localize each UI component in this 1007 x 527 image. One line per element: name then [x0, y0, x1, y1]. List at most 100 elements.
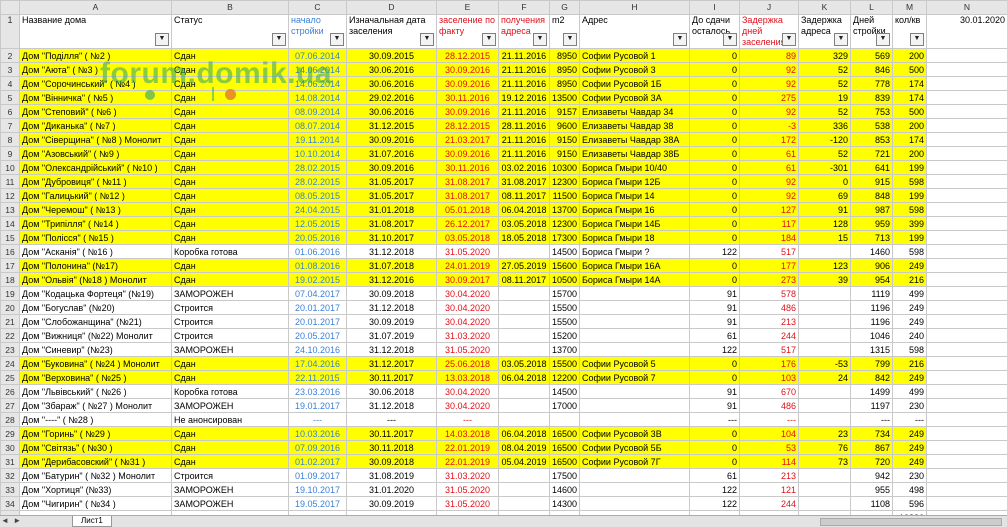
cell-n[interactable]	[927, 105, 1007, 119]
cell-f[interactable]	[499, 483, 550, 497]
cell-h[interactable]: Софии Русовой 1Б	[580, 77, 690, 91]
cell-d[interactable]: 31.08.2017	[347, 217, 437, 231]
header-cell-j[interactable]: Задержка дней заселения▼	[740, 15, 799, 49]
cell-j[interactable]: 486	[740, 399, 799, 413]
cell-k[interactable]	[799, 245, 851, 259]
cell-m[interactable]: 598	[893, 343, 927, 357]
cell-f[interactable]: 03.02.2016	[499, 161, 550, 175]
header-cell-k[interactable]: Задержка адреса▼	[799, 15, 851, 49]
cell-b[interactable]: Сдан	[172, 441, 289, 455]
cell-n[interactable]	[927, 189, 1007, 203]
cell-a[interactable]: Дом "Трипілля" ( №14 )	[20, 217, 172, 231]
header-cell-d[interactable]: Изначальная дата заселения▼	[347, 15, 437, 49]
cell-a[interactable]: Дом "Полісся" ( №15 )	[20, 231, 172, 245]
cell-n[interactable]	[927, 161, 1007, 175]
cell-f[interactable]	[499, 329, 550, 343]
cell-l[interactable]: 853	[851, 133, 893, 147]
sheet-tab[interactable]: Лист1	[72, 516, 112, 527]
cell-d[interactable]: 30.06.2016	[347, 63, 437, 77]
row-number[interactable]: 17	[1, 259, 20, 273]
cell-j[interactable]: 275	[740, 91, 799, 105]
cell-a[interactable]: Дом "Горинь" ( №29 )	[20, 427, 172, 441]
cell-i[interactable]: 0	[690, 147, 740, 161]
filter-dropdown-icon[interactable]: ▼	[834, 33, 848, 46]
cell-d[interactable]: 29.02.2016	[347, 91, 437, 105]
cell-a[interactable]: Дом "Сорочинський" ( №4 )	[20, 77, 172, 91]
cell-k[interactable]	[799, 315, 851, 329]
row-number[interactable]: 21	[1, 315, 20, 329]
row-number[interactable]: 14	[1, 217, 20, 231]
cell-g[interactable]: 8950	[550, 77, 580, 91]
cell-i[interactable]: 0	[690, 427, 740, 441]
cell-n[interactable]	[927, 329, 1007, 343]
cell-a[interactable]: Дом "Азовський" ( №9 )	[20, 147, 172, 161]
cell-d[interactable]: 31.01.2020	[347, 483, 437, 497]
cell-a[interactable]: Дом "Диканька" ( №7 )	[20, 119, 172, 133]
cell-e[interactable]: 03.05.2018	[437, 231, 499, 245]
row-number[interactable]: 26	[1, 385, 20, 399]
cell-c[interactable]: 20.05.2017	[289, 329, 347, 343]
cell-d[interactable]: 30.09.2016	[347, 133, 437, 147]
cell-b[interactable]: ЗАМОРОЖЕН	[172, 497, 289, 511]
cell-d[interactable]: 31.07.2016	[347, 147, 437, 161]
cell-l[interactable]: 753	[851, 105, 893, 119]
cell-k[interactable]: 329	[799, 49, 851, 63]
cell-n[interactable]	[927, 315, 1007, 329]
cell-e[interactable]: 30.09.2016	[437, 105, 499, 119]
cell-i[interactable]: 0	[690, 217, 740, 231]
cell-d[interactable]: 31.12.2018	[347, 343, 437, 357]
header-cell-a[interactable]: Название дома▼	[20, 15, 172, 49]
cell-n[interactable]	[927, 63, 1007, 77]
cell-f[interactable]: 21.11.2016	[499, 49, 550, 63]
cell-f[interactable]: 21.11.2016	[499, 105, 550, 119]
cell-c[interactable]: 07.06.2014	[289, 49, 347, 63]
cell-h[interactable]: Софии Русовой 7	[580, 371, 690, 385]
cell-l[interactable]: 954	[851, 273, 893, 287]
cell-h[interactable]: Бориса Гмыри 10/40	[580, 161, 690, 175]
cell-l[interactable]: 842	[851, 371, 893, 385]
cell-n[interactable]	[927, 287, 1007, 301]
filter-dropdown-icon[interactable]: ▼	[563, 33, 577, 46]
cell-e[interactable]: 30.04.2020	[437, 287, 499, 301]
cell-d[interactable]: 30.09.2015	[347, 49, 437, 63]
cell-j[interactable]: 114	[740, 455, 799, 469]
cell-l[interactable]: 1315	[851, 343, 893, 357]
cell-j[interactable]: ---	[740, 413, 799, 427]
cell-m[interactable]: 230	[893, 399, 927, 413]
cell-e[interactable]: 31.05.2020	[437, 483, 499, 497]
cell-g[interactable]: 13700	[550, 203, 580, 217]
cell-d[interactable]: ---	[347, 413, 437, 427]
cell-c[interactable]: ---	[289, 413, 347, 427]
cell-i[interactable]: 91	[690, 301, 740, 315]
cell-c[interactable]: 07.09.2016	[289, 441, 347, 455]
cell-g[interactable]: 10500	[550, 273, 580, 287]
cell-a[interactable]: Дом "Львівський" ( №26 )	[20, 385, 172, 399]
cell-h[interactable]: Бориса Гмыри 14Б	[580, 217, 690, 231]
row-number[interactable]: 30	[1, 441, 20, 455]
cell-i[interactable]: 0	[690, 49, 740, 63]
cell-m[interactable]: 249	[893, 371, 927, 385]
column-header-l[interactable]: L	[851, 1, 893, 15]
column-header-f[interactable]: F	[499, 1, 550, 15]
cell-l[interactable]: 538	[851, 119, 893, 133]
cell-g[interactable]: 15700	[550, 287, 580, 301]
cell-g[interactable]: 12300	[550, 217, 580, 231]
cell-a[interactable]: Дом "Вижниця" (№22) Монолит	[20, 329, 172, 343]
cell-m[interactable]: 240	[893, 329, 927, 343]
cell-n[interactable]	[927, 49, 1007, 63]
header-cell-i[interactable]: До сдачи осталось▼	[690, 15, 740, 49]
cell-n[interactable]	[927, 469, 1007, 483]
row-number[interactable]: 19	[1, 287, 20, 301]
cell-i[interactable]: 0	[690, 105, 740, 119]
cell-g[interactable]: 14600	[550, 483, 580, 497]
cell-f[interactable]: 08.04.2019	[499, 441, 550, 455]
row-number[interactable]: 34	[1, 497, 20, 511]
cell-m[interactable]: 174	[893, 77, 927, 91]
header-cell-n[interactable]: 30.01.2020	[927, 15, 1007, 49]
cell-g[interactable]: 12200	[550, 371, 580, 385]
cell-c[interactable]: 01.08.2016	[289, 259, 347, 273]
cell-b[interactable]: ЗАМОРОЖЕН	[172, 399, 289, 413]
cell-n[interactable]	[927, 441, 1007, 455]
cell-f[interactable]	[499, 385, 550, 399]
row-number[interactable]: 11	[1, 175, 20, 189]
